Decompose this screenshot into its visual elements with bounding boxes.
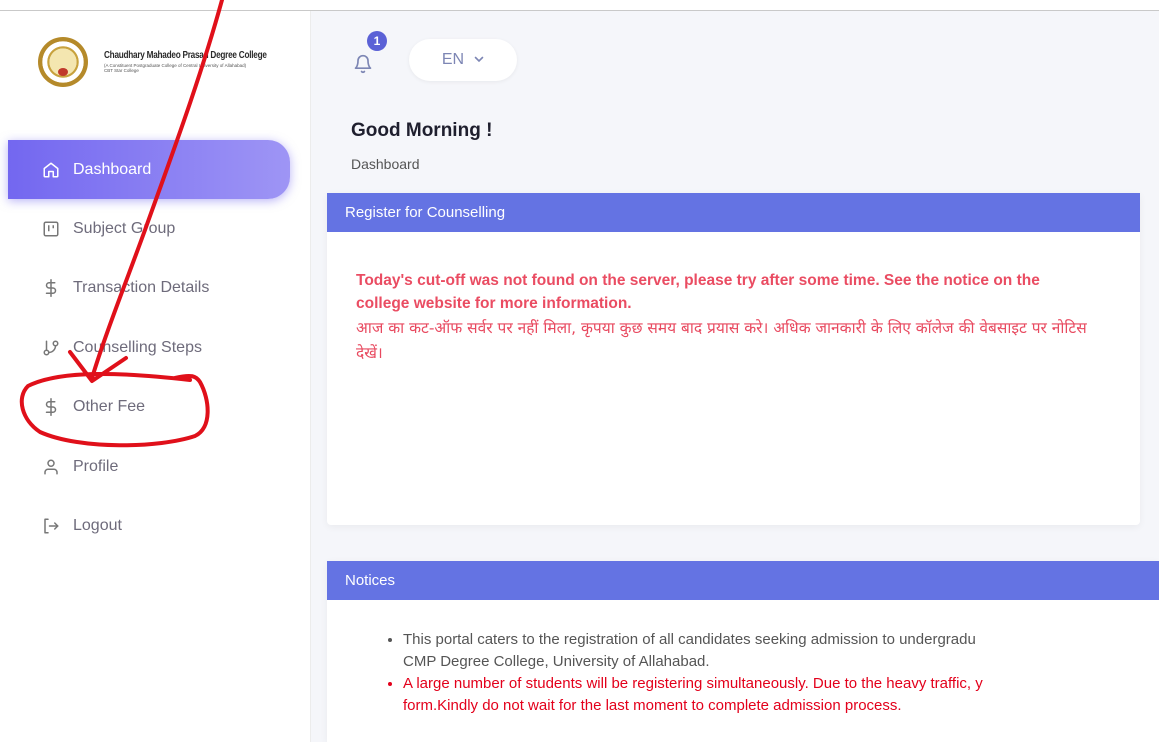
sidebar-item-label: Dashboard [73, 160, 152, 178]
git-branch-icon [41, 339, 61, 357]
sidebar-item-other-fee[interactable]: Other Fee [8, 378, 290, 438]
sidebar: Chaudhary Mahadeo Prasad Degree College … [0, 11, 311, 742]
dollar-icon [41, 278, 61, 298]
sidebar-item-subject-group[interactable]: Subject Group [8, 199, 290, 259]
list-item: A large number of students will be regis… [403, 673, 1159, 717]
notices-card-header: Notices [327, 561, 1159, 600]
notification-bell-icon[interactable] [353, 53, 373, 75]
logout-icon [41, 517, 61, 535]
sidebar-item-counselling-steps[interactable]: Counselling Steps [8, 318, 290, 378]
sidebar-item-label: Counselling Steps [73, 338, 202, 356]
college-logo [38, 37, 88, 87]
notification-count-badge: 1 [367, 31, 387, 51]
kanban-icon [41, 220, 61, 238]
sidebar-nav: Dashboard Subject Group Transaction Deta… [8, 140, 290, 556]
top-bar: 1 EN [311, 11, 1159, 106]
sidebar-item-label: Subject Group [73, 219, 176, 237]
cutoff-message-english: Today's cut-off was not found on the ser… [356, 272, 1040, 312]
sidebar-item-label: Profile [73, 457, 119, 475]
college-brand[interactable]: Chaudhary Mahadeo Prasad Degree College … [38, 37, 302, 87]
cutoff-message-hindi: आज का कट-ऑफ सर्वर पर नहीं मिला, कृपया कु… [356, 319, 1087, 362]
page-title: Good Morning ! [351, 120, 493, 141]
sidebar-item-label: Transaction Details [73, 279, 210, 297]
notices-card: Notices This portal caters to the regist… [327, 561, 1159, 742]
notice-line: A large number of students will be regis… [403, 675, 983, 692]
home-icon [41, 161, 61, 179]
sidebar-item-dashboard[interactable]: Dashboard [8, 140, 290, 199]
breadcrumb: Dashboard [351, 156, 420, 172]
counselling-card: Register for Counselling Today's cut-off… [327, 193, 1140, 525]
user-icon [41, 458, 61, 476]
notice-line: This portal caters to the registration o… [403, 631, 976, 648]
list-item: This portal caters to the registration o… [403, 629, 1159, 673]
notice-line: form.Kindly do not wait for the last mom… [403, 697, 902, 714]
sidebar-item-logout[interactable]: Logout [8, 497, 290, 557]
dollar-icon [41, 397, 61, 417]
counselling-card-header: Register for Counselling [327, 193, 1140, 232]
college-subtitle-2: CBT Star College [104, 68, 139, 73]
language-value: EN [441, 51, 465, 68]
sidebar-item-profile[interactable]: Profile [8, 437, 290, 497]
notices-list: This portal caters to the registration o… [385, 629, 1159, 717]
sidebar-item-label: Other Fee [73, 398, 146, 416]
sidebar-item-transaction-details[interactable]: Transaction Details [8, 259, 290, 319]
notice-line: CMP Degree College, University of Allaha… [403, 653, 710, 670]
college-name: Chaudhary Mahadeo Prasad Degree College [104, 49, 267, 61]
window-top-border [0, 0, 1159, 11]
language-selector[interactable]: EN [409, 39, 517, 81]
chevron-down-icon [474, 55, 484, 66]
sidebar-item-label: Logout [73, 517, 122, 535]
